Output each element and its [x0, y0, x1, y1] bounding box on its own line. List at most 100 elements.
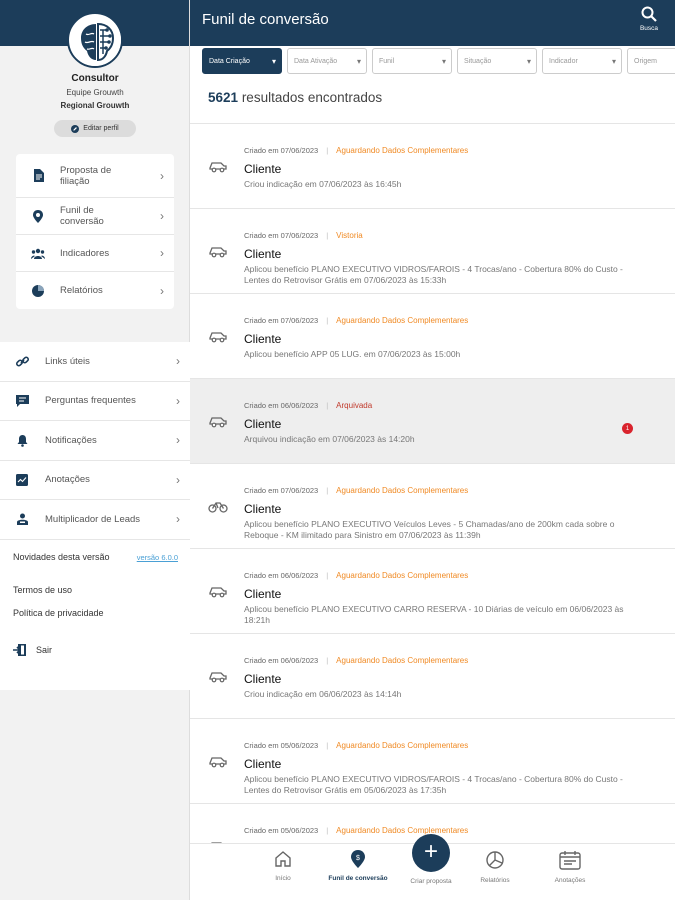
item-title: Cliente — [244, 502, 282, 516]
calendar-icon — [559, 851, 581, 870]
filter-label: Origem — [634, 57, 657, 65]
sidebar-item-label: Links úteis — [45, 355, 90, 367]
filter-data-ativacao[interactable]: Data Ativação ▾ — [287, 48, 367, 74]
separator: | — [326, 741, 329, 750]
sidebar-item-label: Proposta de filiação — [60, 164, 112, 187]
filter-label: Funil — [379, 57, 395, 65]
filter-funil[interactable]: Funil ▾ — [372, 48, 452, 74]
separator: | — [326, 571, 329, 580]
created-date: Criado em 05/06/2023 — [244, 741, 319, 750]
bottom-nav: Início $ Funil de conversão + Criar prop… — [190, 834, 675, 900]
created-date: Criado em 07/06/2023 — [244, 316, 319, 325]
car-icon — [208, 669, 228, 683]
logout-button[interactable]: Sair — [13, 644, 52, 656]
created-date: Criado em 05/06/2023 — [244, 826, 319, 835]
motorcycle-icon — [208, 499, 228, 513]
sidebar-item-funil[interactable]: Funil de conversão › — [16, 198, 174, 235]
item-description: Criou indicação em 06/06/2023 às 14:14h — [244, 689, 402, 699]
chat-icon — [14, 393, 30, 409]
list-item[interactable]: Criado em 06/06/2023 | Aguardando Dados Co… — [190, 634, 675, 719]
logout-icon — [13, 644, 26, 656]
location-pin-icon — [30, 208, 46, 224]
sidebar-item-multiplicador[interactable]: Multiplicador de Leads › — [0, 500, 190, 540]
nav-notes[interactable]: Anotações — [535, 850, 605, 884]
item-description: Aplicou benefício PLANO EXECUTIVO VIDROS… — [244, 264, 623, 285]
separator: | — [326, 231, 329, 240]
nav-reports[interactable]: Relatórios — [460, 850, 530, 884]
secondary-menu: Links úteis › Perguntas frequentes › Not… — [0, 342, 190, 540]
status-badge: Aguardando Dados Complementares — [336, 146, 469, 155]
sidebar-item-label: Anotações — [45, 474, 90, 486]
list-item[interactable]: Criado em 07/06/2023 | Aguardando Dados Co… — [190, 124, 675, 209]
item-title: Cliente — [244, 587, 282, 601]
sidebar-item-links[interactable]: Links úteis › — [0, 342, 190, 382]
edit-profile-button[interactable]: Editar perfil — [54, 120, 136, 137]
status-badge: Vistoria — [336, 231, 363, 240]
created-date: Criado em 06/06/2023 — [244, 656, 319, 665]
edit-icon — [71, 124, 80, 133]
car-icon — [208, 329, 228, 343]
status-badge: Aguardando Dados Complementares — [336, 741, 469, 750]
profile-name: Consultor — [71, 73, 119, 84]
sidebar-item-label: Relatórios — [60, 285, 103, 296]
car-icon — [208, 754, 228, 768]
main-content: Funil de conversão Busca Data Criação ▾ … — [190, 0, 675, 900]
filter-data-criacao[interactable]: Data Criação ▾ — [202, 48, 282, 74]
search-button[interactable]: Busca — [637, 6, 661, 32]
item-title: Cliente — [244, 247, 282, 261]
chevron-right-icon: › — [160, 246, 164, 260]
sidebar-item-proposta[interactable]: Proposta de filiação › — [16, 154, 174, 198]
pie-chart-icon — [30, 283, 46, 299]
search-label: Busca — [639, 25, 659, 32]
chevron-right-icon: › — [176, 472, 180, 487]
privacy-link[interactable]: Política de privacidade — [13, 608, 104, 618]
svg-text:$: $ — [356, 855, 360, 862]
list-item[interactable]: Criado em 06/06/2023 | Arquivada Cliente Arq… — [190, 379, 675, 464]
filter-bar: Data Criação ▾ Data Ativação ▾ Funil ▾ S… — [202, 48, 675, 74]
item-description: Aplicou benefício PLANO EXECUTIVO Veícul… — [244, 519, 615, 540]
nav-label: Início — [275, 875, 291, 882]
item-description: Aplicou benefício PLANO EXECUTIVO VIDROS… — [244, 774, 623, 795]
item-meta: Criado em 05/06/2023 | Aguardando Dados Co… — [244, 741, 468, 750]
item-meta: Criado em 06/06/2023 | Arquivada — [244, 401, 372, 410]
news-link[interactable]: Novidades desta versão — [13, 552, 113, 563]
sidebar-item-faq[interactable]: Perguntas frequentes › — [0, 382, 190, 421]
avatar[interactable] — [67, 12, 123, 68]
chevron-right-icon: › — [160, 168, 164, 183]
list-item[interactable]: Criado em 07/06/2023 | Aguardando Dados Co… — [190, 464, 675, 549]
sidebar-footer: Novidades desta versão versão 6.0.0 Term… — [0, 540, 190, 690]
separator: | — [326, 316, 329, 325]
car-icon — [208, 159, 228, 173]
filter-label: Data Ativação — [294, 57, 338, 65]
filter-indicador[interactable]: Indicador ▾ — [542, 48, 622, 74]
sidebar-item-anotacoes[interactable]: Anotações › — [0, 461, 190, 500]
logout-label: Sair — [36, 645, 53, 655]
list-item[interactable]: Criado em 06/06/2023 | Aguardando Dados Co… — [190, 549, 675, 634]
filter-label: Indicador — [549, 57, 578, 65]
list-item[interactable]: Criado em 07/06/2023 | Aguardando Dados Co… — [190, 294, 675, 379]
filter-situacao[interactable]: Situação ▾ — [457, 48, 537, 74]
edit-profile-label: Editar perfil — [83, 125, 119, 132]
search-icon — [641, 6, 657, 22]
sidebar-item-label: Indicadores — [60, 247, 110, 259]
item-meta: Criado em 07/06/2023 | Aguardando Dados Co… — [244, 146, 468, 155]
status-badge: Aguardando Dados Complementares — [336, 571, 469, 580]
version-link[interactable]: versão 6.0.0 — [137, 553, 178, 562]
sidebar-item-relatorios[interactable]: Relatórios › — [16, 272, 174, 309]
nav-home[interactable]: Início — [248, 850, 318, 882]
item-description: Criou indicação em 07/06/2023 às 16:45h — [244, 179, 402, 189]
filter-origem[interactable]: Origem — [627, 48, 675, 74]
nav-funnel[interactable]: $ Funil de conversão — [323, 850, 393, 882]
terms-link[interactable]: Termos de uso — [13, 585, 72, 595]
separator: | — [326, 656, 329, 665]
list-item[interactable]: Criado em 07/06/2023 | Vistoria Cliente Apli… — [190, 209, 675, 294]
sidebar-item-label: Notificações — [45, 434, 97, 446]
sidebar-item-notificacoes[interactable]: Notificações › — [0, 421, 190, 461]
status-badge: Aguardando Dados Complementares — [336, 826, 469, 835]
list-item[interactable]: Criado em 05/06/2023 | Aguardando Dados Co… — [190, 719, 675, 804]
sidebar-item-indicadores[interactable]: Indicadores › — [16, 235, 174, 272]
separator: | — [326, 486, 329, 495]
page-title: Funil de conversão — [202, 11, 329, 28]
create-proposal-button[interactable]: + — [412, 834, 450, 872]
results-number: 5621 — [208, 90, 239, 105]
